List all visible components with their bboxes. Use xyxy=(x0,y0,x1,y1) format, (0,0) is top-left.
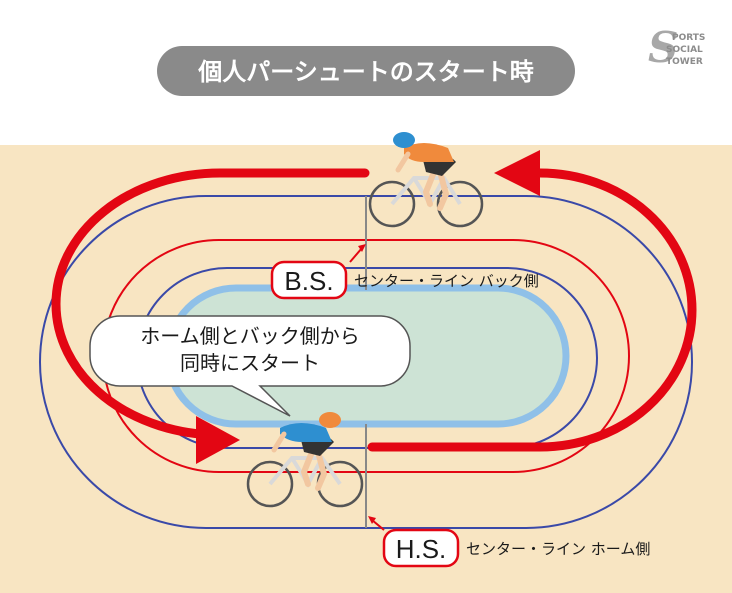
rider-helmet xyxy=(319,412,341,428)
hs-abbr: H.S. xyxy=(396,534,447,564)
bs-label: センター・ライン バック側 xyxy=(354,272,539,290)
bs-abbr: B.S. xyxy=(284,266,333,296)
rider-helmet xyxy=(393,132,415,148)
logo: S PORTS SOCIAL TOWER xyxy=(648,23,705,72)
hs-label: センター・ライン ホーム側 xyxy=(466,540,650,558)
logo-line-1: PORTS xyxy=(672,33,705,43)
logo-line-3: TOWER xyxy=(666,57,703,67)
page-title: 個人パーシュートのスタート時 xyxy=(197,58,534,86)
track-diagram: 個人パーシュートのスタート時 S PORTS SOCIAL TOWER B.S.… xyxy=(0,0,732,593)
logo-line-2: SOCIAL xyxy=(666,45,703,55)
callout-line-2: 同時にスタート xyxy=(180,351,320,375)
callout-line-1: ホーム側とバック側から xyxy=(140,324,359,348)
track-illustration: 個人パーシュートのスタート時 S PORTS SOCIAL TOWER B.S.… xyxy=(0,23,732,593)
